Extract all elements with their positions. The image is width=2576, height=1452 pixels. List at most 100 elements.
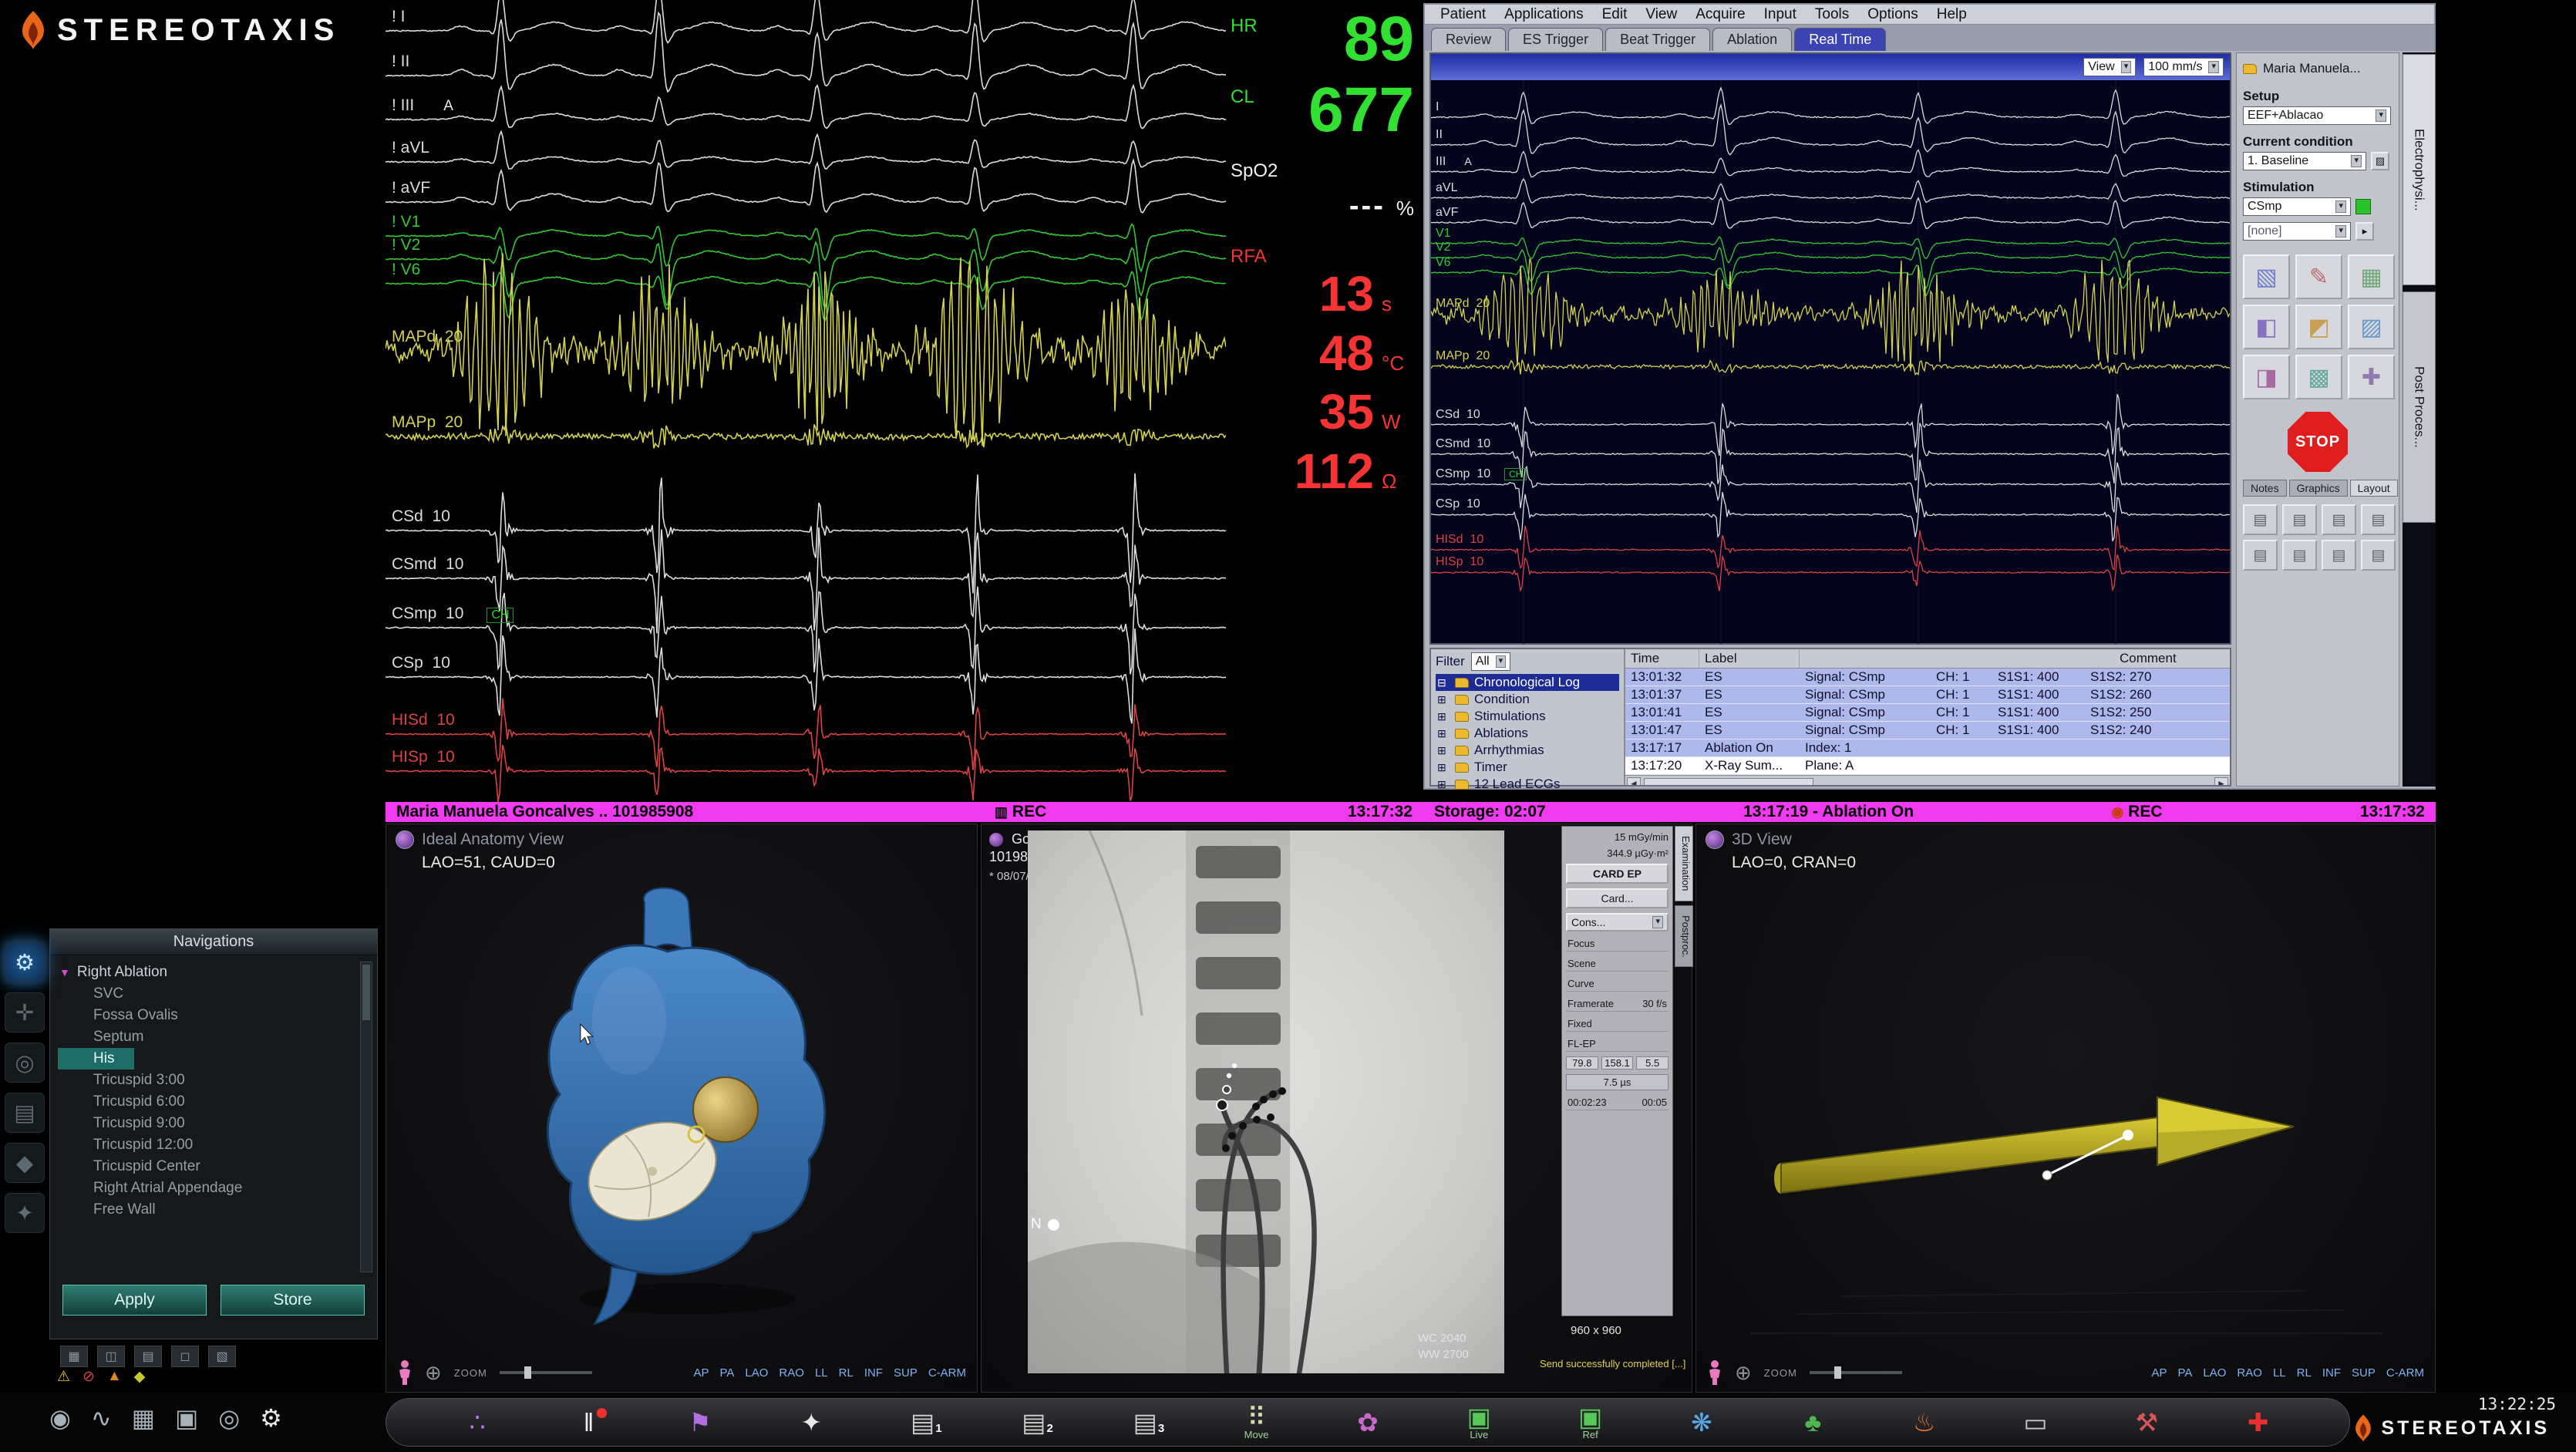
nav-item-right-atrial-appendage[interactable]: Right Atrial Appendage <box>58 1177 354 1199</box>
side-mini-button-5[interactable]: ▤ <box>2243 540 2278 571</box>
workspace-tab-2[interactable]: Post Proces... <box>2403 291 2436 523</box>
scroll-thumb[interactable] <box>1644 778 1813 786</box>
log-tree-item[interactable]: ⊞Stimulations <box>1436 708 1619 725</box>
side-tool-5[interactable]: ◩ <box>2295 305 2342 349</box>
map-icon[interactable]: ♣ <box>1792 1410 1834 1435</box>
side-mini-button-7[interactable]: ▤ <box>2322 540 2356 571</box>
scroll-right-icon[interactable]: ► <box>2214 777 2228 786</box>
vector-handle[interactable] <box>2123 1130 2133 1140</box>
menu-applications[interactable]: Applications <box>1495 6 1592 23</box>
side-tool-7[interactable]: ◨ <box>2243 355 2290 399</box>
side-tool-9[interactable]: ✚ <box>2348 355 2395 399</box>
chevron-down-icon[interactable]: ▾ <box>2376 109 2386 121</box>
menu-patient[interactable]: Patient <box>1431 6 1495 23</box>
gear-icon[interactable]: ⚙ <box>5 942 45 982</box>
orient-rao[interactable]: RAO <box>779 1366 804 1380</box>
star-icon[interactable]: ✦ <box>5 1193 45 1233</box>
nav-item-free-wall[interactable]: Free Wall <box>58 1199 354 1221</box>
chevron-down-icon[interactable]: ▾ <box>2121 61 2132 72</box>
keyboard-icon[interactable]: ▦ <box>132 1403 155 1433</box>
nav-item-septum[interactable]: Septum <box>58 1026 354 1048</box>
select-icon[interactable]: ✛ <box>5 992 45 1033</box>
patient-icon[interactable]: ∴ <box>456 1410 498 1435</box>
col-comment[interactable]: Comment <box>2114 649 2230 668</box>
ep-tab-ablation[interactable]: Ablation <box>1712 28 1792 51</box>
displays-icon[interactable]: ▣ <box>175 1403 198 1433</box>
log-tree-item[interactable]: ⊞Ablations <box>1436 725 1619 742</box>
orient-lao[interactable]: LAO <box>2203 1366 2226 1380</box>
target-icon[interactable]: ◎ <box>5 1043 45 1083</box>
view-dropdown[interactable]: View▾ <box>2083 58 2136 76</box>
nav-item-his[interactable]: His <box>58 1048 134 1070</box>
nav-item-tricuspid-6-00[interactable]: Tricuspid 6:00 <box>58 1091 354 1113</box>
zoom-thumb[interactable] <box>524 1366 531 1379</box>
side-mini-button-1[interactable]: ▤ <box>2243 504 2278 535</box>
lesion-icon[interactable]: ✿ <box>1347 1410 1389 1435</box>
layers-icon[interactable]: ▤ <box>5 1093 45 1133</box>
nav-item-tricuspid-12-00[interactable]: Tricuspid 12:00 <box>58 1134 354 1156</box>
xray-vtab-postproc[interactable]: Postproc. <box>1675 905 1693 968</box>
orient-rl[interactable]: RL <box>839 1366 854 1380</box>
tree-expander-icon[interactable]: ⊞ <box>1437 693 1450 706</box>
menu-tools[interactable]: Tools <box>1806 6 1858 23</box>
clip-2-icon[interactable]: ▤2 <box>1013 1410 1055 1435</box>
nav-root-item[interactable]: ▼Right Ablation <box>58 962 354 983</box>
clip-1-icon[interactable]: ▤1 <box>902 1410 944 1435</box>
side-mini-button-6[interactable]: ▤ <box>2282 540 2317 571</box>
side-tab-notes[interactable]: Notes <box>2243 480 2287 497</box>
xray-param-focus[interactable]: Focus <box>1566 936 1669 952</box>
orient-sup[interactable]: SUP <box>2352 1366 2376 1380</box>
orient-lao[interactable]: LAO <box>745 1366 768 1380</box>
magnet-icon[interactable]: ◆ <box>5 1143 45 1183</box>
nav-quick-icon-4[interactable]: ◻ <box>171 1346 199 1367</box>
stimulation-aux-dropdown[interactable]: [none]▾ <box>2243 222 2351 241</box>
log-tree-item[interactable]: ⊟Chronological Log <box>1436 674 1619 691</box>
col-time[interactable]: Time <box>1625 649 1699 668</box>
menu-acquire[interactable]: Acquire <box>1686 6 1754 23</box>
nav-quick-icon-1[interactable]: ▦ <box>60 1346 88 1367</box>
orient-carm[interactable]: C-ARM <box>928 1366 966 1380</box>
filter-dropdown[interactable]: All▾ <box>1471 652 1510 671</box>
nav-item-tricuspid-3-00[interactable]: Tricuspid 3:00 <box>58 1070 354 1091</box>
emergency-icon[interactable]: ✚ <box>2238 1410 2279 1435</box>
store-button[interactable]: Store <box>221 1285 365 1316</box>
ablation-icon[interactable]: ♨ <box>1904 1410 1945 1435</box>
side-tool-1[interactable]: ▧ <box>2243 254 2290 299</box>
navigation-icon[interactable]: ❋ <box>1681 1410 1722 1435</box>
chevron-down-icon[interactable]: ▾ <box>1652 916 1663 928</box>
orient-ll[interactable]: LL <box>2273 1366 2286 1380</box>
xray-param-scene[interactable]: Scene <box>1566 956 1669 972</box>
chevron-down-icon[interactable]: ▾ <box>2335 200 2346 212</box>
side-tool-3[interactable]: ▦ <box>2348 254 2395 299</box>
compass-icon[interactable]: ⊕ <box>425 1361 442 1385</box>
xray-vtab-examination[interactable]: Examination <box>1675 826 1693 901</box>
tree-expander-icon[interactable]: ⊞ <box>1437 710 1450 723</box>
tree-expander-icon[interactable]: ⊞ <box>1437 778 1450 791</box>
patient-body-icon[interactable] <box>397 1359 412 1386</box>
vector-shaft[interactable] <box>1781 1117 2159 1193</box>
service-icon[interactable]: ⚒ <box>2126 1410 2167 1435</box>
log-hscrollbar[interactable]: ◄ ► <box>1625 775 2230 785</box>
apply-button[interactable]: Apply <box>62 1285 207 1316</box>
orient-pa[interactable]: PA <box>720 1366 735 1380</box>
heart-model[interactable] <box>494 878 880 1333</box>
live-icon[interactable]: ▣Live <box>1458 1404 1500 1440</box>
orient-inf[interactable]: INF <box>2322 1366 2341 1380</box>
ref-icon[interactable]: ▣Ref <box>1570 1404 1611 1440</box>
menu-options[interactable]: Options <box>1858 6 1927 23</box>
navigations-scrollbar[interactable] <box>360 962 372 1272</box>
log-tree-item[interactable]: ⊞Arrhythmias <box>1436 742 1619 759</box>
log-row[interactable]: 13:17:20X-Ray Sum...Plane: A <box>1625 757 2230 775</box>
log-row[interactable]: 13:01:41ESSignal: CSmpCH: 1S1S1: 400S1S2… <box>1625 704 2230 722</box>
side-mini-button-8[interactable]: ▤ <box>2361 540 2396 571</box>
nav-quick-icon-3[interactable]: ▤ <box>134 1346 162 1367</box>
orient-rao[interactable]: RAO <box>2237 1366 2262 1380</box>
camera-icon[interactable]: ◎ <box>218 1403 240 1433</box>
nav-quick-icon-2[interactable]: ◫ <box>97 1346 125 1367</box>
side-mini-button-3[interactable]: ▤ <box>2322 504 2356 535</box>
col-label[interactable]: Label <box>1699 649 1800 668</box>
stop-button[interactable]: STOP <box>2288 412 2348 472</box>
pause-icon[interactable]: ‖ <box>568 1410 610 1435</box>
nav-item-tricuspid-9-00[interactable]: Tricuspid 9:00 <box>58 1113 354 1134</box>
stimulation-start-button[interactable]: ▸ <box>2355 222 2374 241</box>
